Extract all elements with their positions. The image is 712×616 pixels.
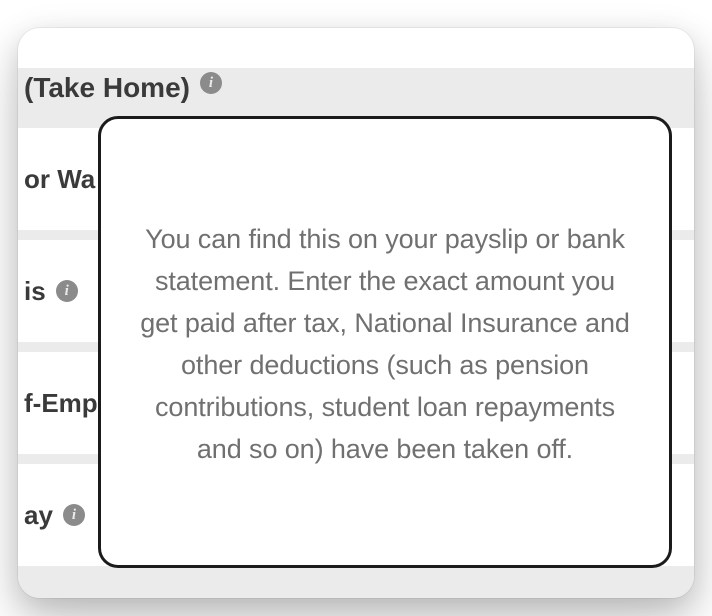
row-label: f-Emp bbox=[24, 388, 98, 419]
row-label: is bbox=[24, 276, 46, 307]
info-tooltip-text: You can find this on your payslip or ban… bbox=[137, 218, 633, 471]
info-icon[interactable]: i bbox=[63, 504, 85, 526]
row-label: (Take Home) bbox=[24, 72, 190, 104]
row-label: ay bbox=[24, 500, 53, 531]
info-tooltip: You can find this on your payslip or ban… bbox=[98, 116, 672, 568]
info-icon[interactable]: i bbox=[56, 280, 78, 302]
popover-card: (Take Home) i or Wa is i f-Emp ay i You … bbox=[18, 28, 694, 598]
row-label: or Wa bbox=[24, 164, 95, 195]
info-icon[interactable]: i bbox=[200, 72, 222, 94]
